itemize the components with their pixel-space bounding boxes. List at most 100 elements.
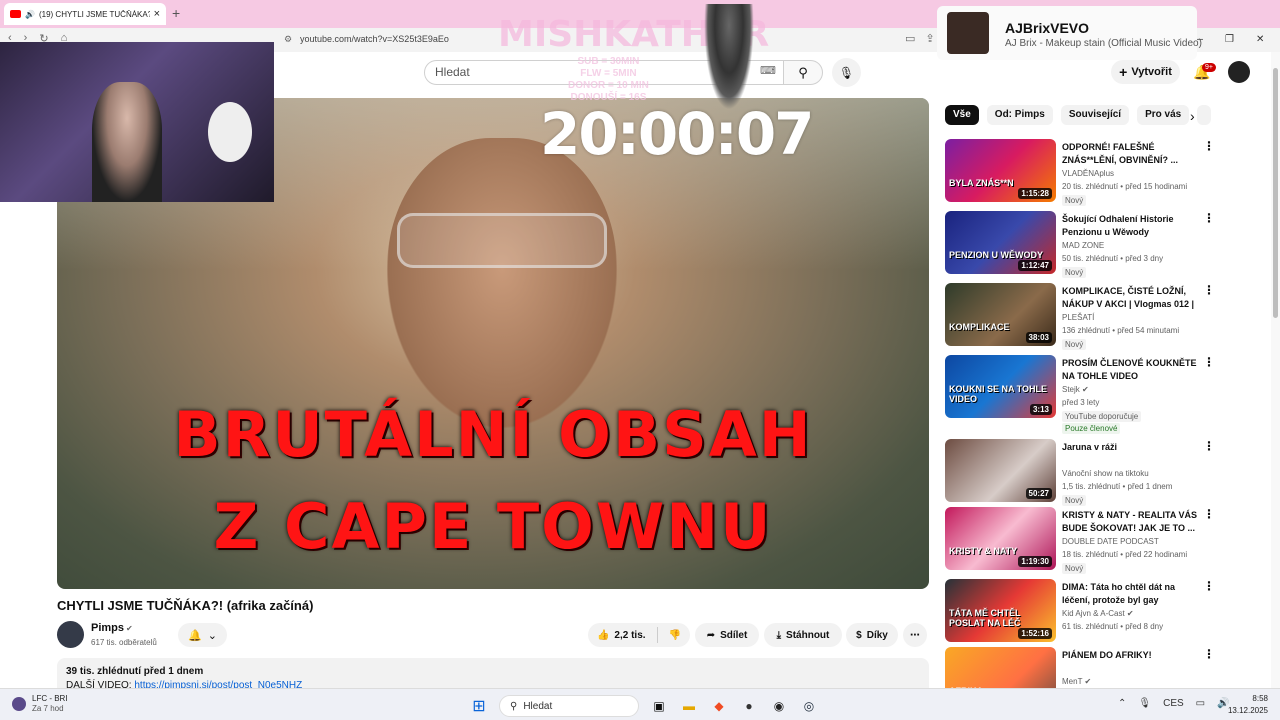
recommendation-channel[interactable]: PLEŠATÍ — [1062, 313, 1094, 322]
more-vertical-icon[interactable]: ⋮ — [1203, 139, 1215, 153]
like-count[interactable]: 2,2 tis. — [614, 630, 645, 641]
now-playing-flyout[interactable]: AJBrixVEVO AJ Brix - Makeup stain (Offic… — [937, 6, 1202, 60]
weather-widget[interactable]: LFC - BRI Za 7 hod — [12, 694, 68, 713]
channel-name[interactable]: Pimps ✔ — [91, 622, 133, 634]
plus-icon: + — [1119, 64, 1128, 80]
download-button[interactable]: ⤓ Stáhnout — [764, 623, 842, 647]
thanks-button[interactable]: $ Díky — [846, 623, 898, 647]
account-avatar[interactable] — [1228, 61, 1250, 83]
url-field[interactable]: youtube.com/watch?v=XS25t3E9aEo — [300, 34, 449, 44]
more-vertical-icon[interactable]: ⋮ — [1203, 283, 1215, 297]
more-vertical-icon[interactable]: ⋮ — [1203, 211, 1215, 225]
recommendation-channel[interactable]: DOUBLE DATE PODCAST — [1062, 537, 1159, 546]
recommendation-thumbnail[interactable]: KOUKNI SE NA TOHLE VIDEO 3:13 — [945, 355, 1056, 418]
tray-chevron-up-icon[interactable]: ⌃ — [1118, 698, 1126, 709]
speaker-icon[interactable]: 🔊 — [25, 10, 35, 19]
recommendation-card[interactable]: KOMPLIKACE 38:03 KOMPLIKACE, ČISTÉ LOŽNÍ, … — [945, 283, 1225, 350]
channel-avatar[interactable] — [57, 621, 84, 648]
recommendation-channel[interactable]: VLADĚNAplus — [1062, 169, 1114, 178]
recommendation-title[interactable]: KRISTY & NATY - REALITA VÁS BUDE ŠOKOVAT… — [1062, 509, 1200, 535]
recommendation-thumbnail[interactable]: TÁTA MĚ CHTĚL POSLAT NA LÉČ 1:52:16 — [945, 579, 1056, 642]
more-vertical-icon[interactable]: ⋮ — [1203, 579, 1215, 593]
recommendation-card[interactable]: TÁTA MĚ CHTĚL POSLAT NA LÉČ 1:52:16 DIMA: … — [945, 579, 1225, 645]
voice-search-button[interactable]: 🎙 — [832, 58, 861, 87]
recommendation-title[interactable]: DIMA: Táta ho chtěl dát na léčení, proto… — [1062, 581, 1200, 607]
maximize-icon[interactable]: ❐ — [1225, 34, 1234, 45]
recommendation-channel-name[interactable]: PLEŠATÍ — [1062, 313, 1094, 322]
taskbar-search[interactable]: ⚲ Hledat — [499, 695, 639, 717]
recommendation-title[interactable]: PROSÍM ČLENOVÉ KOUKNĚTE NA TOHLE VIDEO — [1062, 357, 1200, 383]
recommendation-title[interactable]: PIÁNEM DO AFRIKY! — [1062, 649, 1200, 662]
subscription-bell-button[interactable]: 🔔 ⌄ — [178, 623, 227, 647]
new-tab-button[interactable]: + — [172, 5, 180, 21]
video-duration: 1:52:16 — [1018, 628, 1052, 639]
more-actions-button[interactable]: ⋯ — [903, 623, 927, 647]
recommendation-channel-name[interactable]: VLADĚNAplus — [1062, 169, 1114, 178]
now-playing-artist: AJBrixVEVO — [1005, 20, 1090, 36]
recommendation-card[interactable]: 50:27 Jaruna v ráži Vánoční show na tiktok… — [945, 439, 1225, 506]
window-close-icon[interactable]: ✕ — [1256, 34, 1264, 45]
app-icon[interactable]: ● — [739, 696, 759, 716]
obs-icon[interactable]: ◉ — [769, 696, 789, 716]
recommendation-title[interactable]: ODPORNÉ! FALEŠNÉ ZNÁS**LĚNÍ, OBVINĚNÍ? .… — [1062, 141, 1200, 167]
steam-icon[interactable]: ◎ — [799, 696, 819, 716]
chevron-right-icon[interactable]: › — [1190, 108, 1195, 124]
brave-browser-icon[interactable]: ◆ — [709, 696, 729, 716]
browser-tab[interactable]: 🔊 (19) CHYTLI JSME TUČŇÁKA?! (a × — [4, 3, 166, 25]
channel-name-text[interactable]: Pimps — [91, 622, 124, 634]
thumbs-up-icon[interactable]: 👍 — [597, 630, 609, 641]
recommendation-card[interactable]: BYLA ZNÁS**N 1:15:28 ODPORNÉ! FALEŠNÉ ZNÁS… — [945, 139, 1225, 206]
keyboard-icon[interactable]: ⌨ — [760, 64, 776, 77]
recommendation-channel[interactable]: Kid Ajvn & A-Cast ✔ — [1062, 609, 1134, 618]
scrollbar-thumb[interactable] — [1273, 68, 1278, 318]
recommendation-title[interactable]: KOMPLIKACE, ČISTÉ LOŽNÍ, NÁKUP V AKCI | … — [1062, 285, 1200, 311]
chip-related[interactable]: Související — [1060, 105, 1130, 125]
share-page-icon[interactable]: ⇪ — [925, 32, 934, 45]
more-horizontal-icon: ⋯ — [910, 629, 920, 641]
recommendation-channel-name[interactable]: MAD ZONE — [1062, 241, 1104, 250]
recommendation-title[interactable]: Jaruna v ráži — [1062, 441, 1200, 454]
microphone-tray-icon[interactable]: 🎙 — [1138, 698, 1151, 709]
task-view-icon[interactable]: ▣ — [649, 696, 669, 716]
recommendation-thumbnail[interactable]: 50:27 — [945, 439, 1056, 502]
more-vertical-icon[interactable]: ⋮ — [1203, 507, 1215, 521]
more-vertical-icon[interactable]: ⋮ — [1203, 355, 1215, 369]
system-clock[interactable]: 8:58 13.12.2025 — [1226, 693, 1268, 717]
recommendation-card[interactable]: KRISTY & NATY 1:19:30 KRISTY & NATY - REAL… — [945, 507, 1225, 574]
recommendation-channel-name[interactable]: Kid Ajvn & A-Cast — [1062, 609, 1125, 618]
chip-for-you[interactable]: Pro vás — [1137, 105, 1190, 125]
more-vertical-icon[interactable]: ⋮ — [1203, 647, 1215, 661]
recommendation-meta: 1,5 tis. zhlédnutí • před 1 dnem — [1062, 482, 1173, 491]
recommendation-channel-name[interactable]: Stejk — [1062, 385, 1080, 394]
file-explorer-icon[interactable]: ▬ — [679, 696, 699, 716]
recommendation-channel-name[interactable]: Vánoční show na tiktoku — [1062, 469, 1149, 478]
thumbs-down-icon[interactable]: 👎 — [669, 630, 681, 641]
search-button[interactable]: ⚲ — [783, 60, 823, 85]
recommendation-channel[interactable]: Stejk ✔ — [1062, 385, 1089, 394]
tab-close-button[interactable]: × — [154, 8, 160, 20]
network-icon[interactable]: ▭ — [1196, 698, 1205, 709]
like-dislike-group: 👍 2,2 tis. 👎 — [588, 623, 690, 647]
cast-icon[interactable]: ▭ — [905, 32, 915, 45]
recommendation-channel[interactable]: Vánoční show na tiktoku — [1062, 469, 1149, 478]
create-button[interactable]: + Vytvořit — [1111, 60, 1180, 84]
recommendation-channel[interactable]: MAD ZONE — [1062, 241, 1104, 250]
recommendation-card[interactable]: KOUKNI SE NA TOHLE VIDEO 3:13 PROSÍM ČLENO… — [945, 355, 1225, 434]
more-vertical-icon[interactable]: ⋮ — [1203, 439, 1215, 453]
recommendation-card[interactable]: PENZION U WĚWODY 1:12:47 Šokující Odhalení… — [945, 211, 1225, 278]
chip-from-channel[interactable]: Od: Pimps — [986, 105, 1053, 125]
recommendation-thumbnail[interactable]: BYLA ZNÁS**N 1:15:28 — [945, 139, 1056, 202]
language-indicator[interactable]: CES — [1163, 698, 1184, 709]
chip-partial[interactable] — [1197, 105, 1212, 125]
share-button[interactable]: ➦ Sdílet — [695, 623, 759, 647]
recommendation-channel-name[interactable]: MenT — [1062, 677, 1082, 686]
recommendation-channel-name[interactable]: DOUBLE DATE PODCAST — [1062, 537, 1159, 546]
recommendation-thumbnail[interactable]: PENZION U WĚWODY 1:12:47 — [945, 211, 1056, 274]
windows-start-icon[interactable]: ⊞ — [469, 696, 489, 716]
recommendation-thumbnail[interactable]: KOMPLIKACE 38:03 — [945, 283, 1056, 346]
recommendation-thumbnail[interactable]: KRISTY & NATY 1:19:30 — [945, 507, 1056, 570]
recommendation-title[interactable]: Šokující Odhalení Historie Penzionu u Wě… — [1062, 213, 1200, 239]
site-info-icon[interactable]: ⚙ — [284, 34, 292, 45]
recommendation-channel[interactable]: MenT ✔ — [1062, 677, 1091, 686]
chip-all[interactable]: Vše — [945, 105, 979, 125]
